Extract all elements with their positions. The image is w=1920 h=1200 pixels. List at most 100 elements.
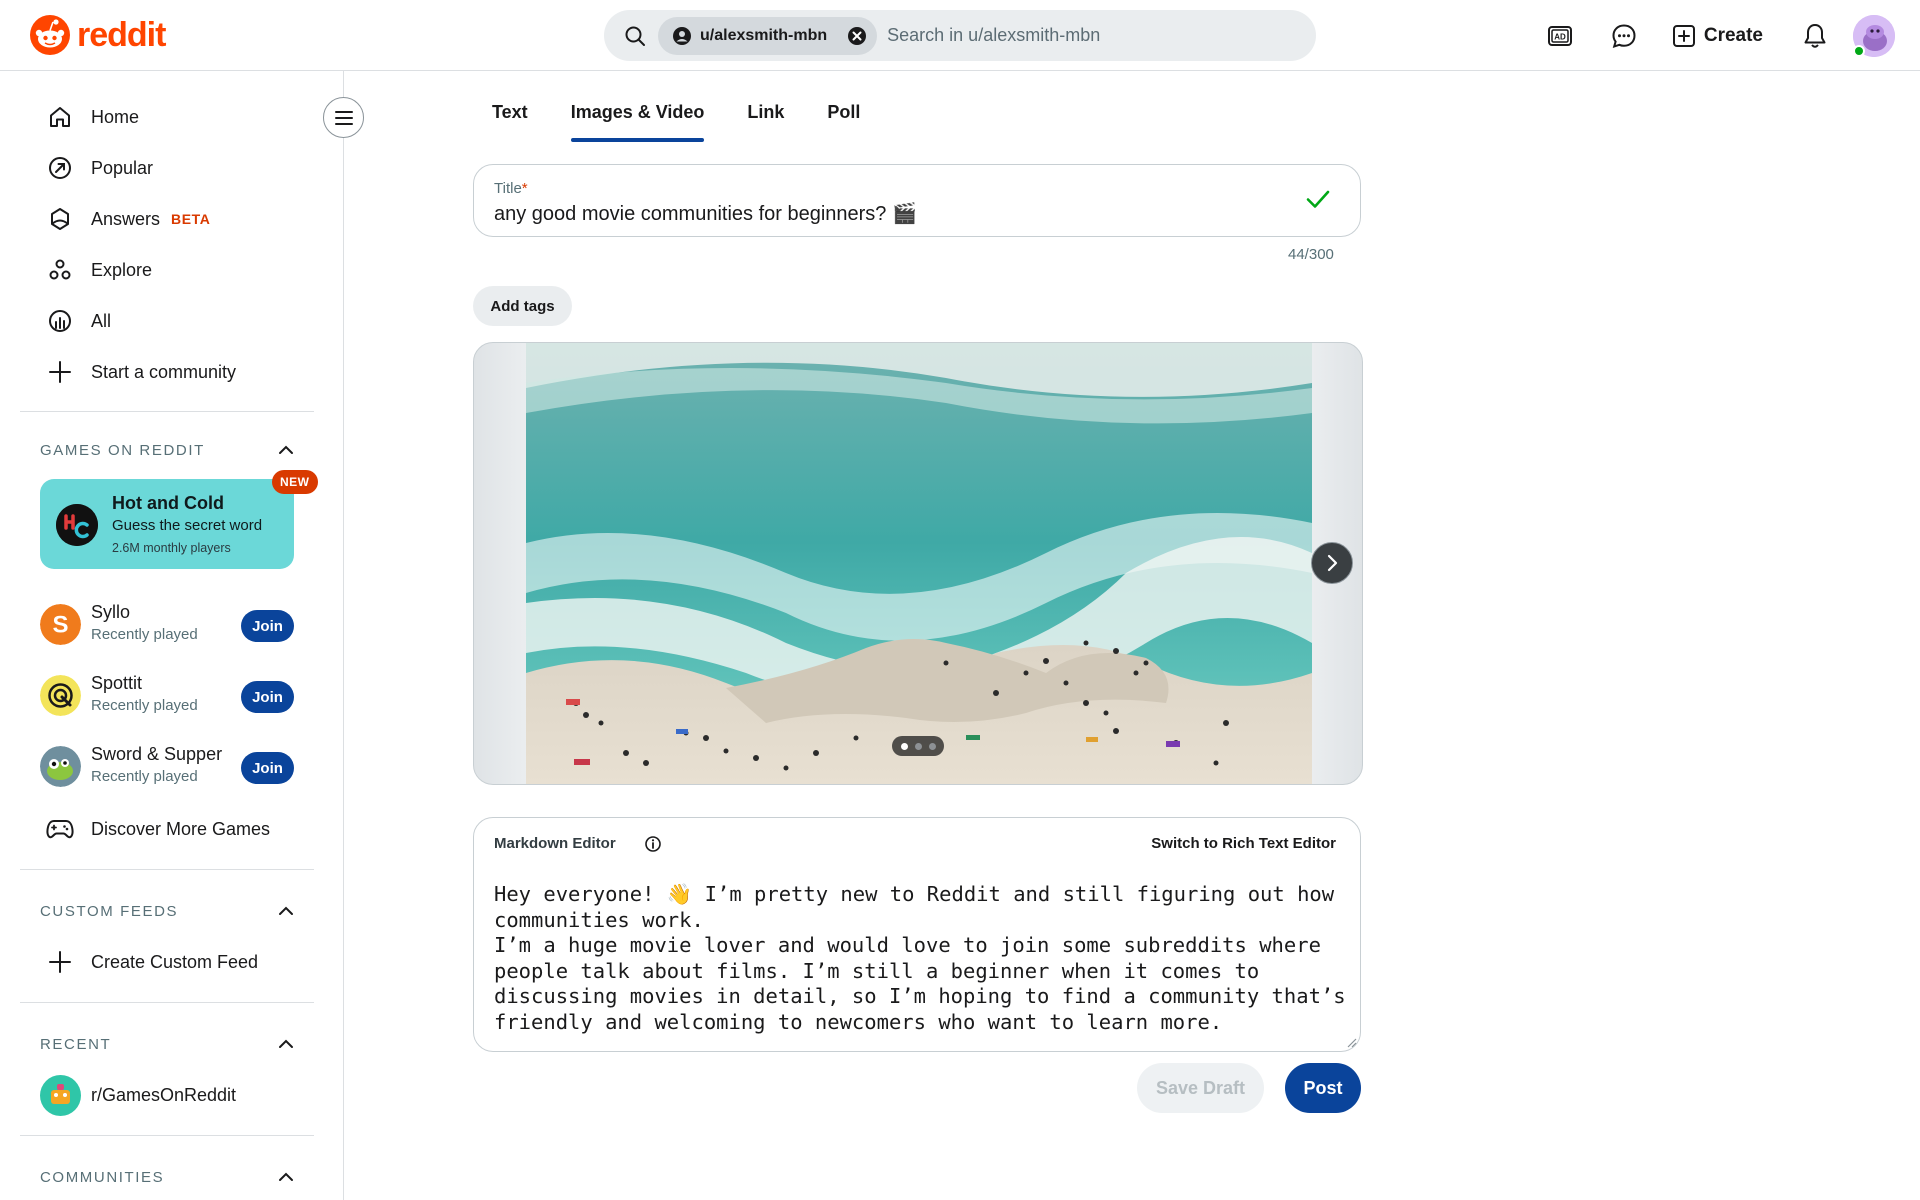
switch-to-rich-text-button[interactable]: Switch to Rich Text Editor [1151,835,1336,852]
online-status-dot [1853,44,1865,57]
plus-icon [46,358,74,386]
featured-game-players: 2.6M monthly players [112,541,231,555]
tab-poll[interactable]: Poll [827,92,860,144]
hot-and-cold-icon [56,504,98,546]
tab-text[interactable]: Text [492,92,528,144]
nav-label: Answers [91,208,161,229]
user-icon [672,26,692,46]
recent-item-gamesonreddit[interactable]: r/GamesOnReddit [20,1071,314,1119]
add-tags-button[interactable]: Add tags [473,286,572,326]
join-button[interactable]: Join [241,681,294,713]
title-field[interactable]: Title* any good movie communities for be… [473,164,1361,237]
svg-text:AD: AD [1554,32,1566,41]
clear-scope-icon[interactable] [847,26,867,46]
game-row-spottit[interactable]: Spottit Recently played Join [40,669,294,723]
post-button[interactable]: Post [1285,1063,1361,1113]
nav-label: Explore [91,259,153,280]
game-name: Sword & Supper [91,744,223,764]
editor-mode-label: Markdown Editor [494,835,616,852]
tab-images-video[interactable]: Images & Video [570,92,704,144]
join-button[interactable]: Join [241,752,294,784]
nav-answers[interactable]: Answers BETA [20,195,314,243]
info-icon[interactable] [644,835,662,853]
carousel-next-button[interactable] [1311,542,1353,584]
sidebar-divider [20,1002,314,1003]
home-icon [46,103,74,131]
chevron-right-icon [1326,554,1338,572]
beta-badge: BETA [171,211,211,227]
section-label: RECENT [40,1035,112,1053]
nav-start-community[interactable]: Start a community [20,348,314,396]
carousel-dot[interactable] [914,742,922,750]
top-header: reddit u/alexsmith-mbn AD Create [0,0,1920,71]
gamepad-icon [46,815,74,843]
checkmark-icon [1304,185,1332,213]
section-label: CUSTOM FEEDS [40,902,179,920]
title-label: Title* [494,180,528,197]
featured-game-card[interactable]: Hot and Cold Guess the secret word 2.6M … [40,479,294,569]
nav-label: Discover More Games [91,818,271,839]
carousel-dot[interactable] [900,742,908,750]
discover-more-games[interactable]: Discover More Games [20,805,314,853]
custom-feeds-section-header[interactable]: CUSTOM FEEDS [20,891,314,931]
featured-game-title: Hot and Cold [112,493,224,513]
search-bar[interactable]: u/alexsmith-mbn [604,10,1316,61]
game-row-sword-and-supper[interactable]: Sword & Supper Recently played Join [40,740,294,794]
carousel-dots [892,736,944,756]
save-draft-button[interactable]: Save Draft [1137,1063,1264,1113]
sidebar-divider [20,869,314,870]
left-sidebar: Home Popular Answers BETA Explore All St… [0,71,344,1200]
svg-text:S: S [52,612,68,639]
menu-icon [334,110,353,125]
post-type-tabs: Text Images & Video Link Poll [473,92,903,144]
nav-label: Create Custom Feed [91,951,259,972]
create-post-button[interactable]: Create [1662,14,1777,58]
popular-icon [46,154,74,182]
section-label: COMMUNITIES [40,1168,165,1186]
tab-link[interactable]: Link [747,92,784,144]
nav-label: All [91,310,112,331]
notifications-icon[interactable] [1791,12,1839,60]
join-button[interactable]: Join [241,610,294,642]
user-avatar[interactable] [1853,14,1895,57]
new-badge: NEW [272,470,318,494]
nav-popular[interactable]: Popular [20,144,314,192]
game-row-syllo[interactable]: S Syllo Recently played Join [40,598,294,652]
reddit-snoo-icon [30,15,70,55]
sidebar-divider [20,411,314,412]
game-status: Recently played [91,626,198,643]
carousel-dot[interactable] [928,742,936,750]
header-actions: AD Create [1536,0,1920,71]
create-icon [1672,24,1696,48]
chevron-up-icon [278,1172,294,1182]
game-status: Recently played [91,697,198,714]
nav-home[interactable]: Home [20,93,314,141]
nav-explore[interactable]: Explore [20,246,314,294]
answers-icon [46,205,74,233]
title-char-count: 44/300 [1288,246,1334,263]
create-custom-feed[interactable]: Create Custom Feed [20,938,314,986]
section-label: GAMES ON REDDIT [40,441,205,459]
search-scope-chip[interactable]: u/alexsmith-mbn [658,16,878,55]
search-scope-label: u/alexsmith-mbn [700,26,828,44]
sword-and-supper-icon [40,746,81,787]
body-editor: Markdown Editor Switch to Rich Text Edit… [473,817,1361,1052]
games-section-header[interactable]: GAMES ON REDDIT [20,430,314,470]
game-name: Spottit [91,673,143,693]
featured-game-subtitle: Guess the secret word [112,517,263,534]
reddit-logo[interactable]: reddit [29,14,166,56]
chat-icon[interactable] [1600,12,1648,60]
collapse-sidebar-button[interactable] [323,97,364,138]
title-input-value[interactable]: any good movie communities for beginners… [494,201,917,226]
recent-section-header[interactable]: RECENT [20,1024,314,1064]
communities-section-header[interactable]: COMMUNITIES [20,1157,314,1197]
reddit-wordmark: reddit [77,16,166,54]
nav-label: Popular [91,157,154,178]
spottit-icon [40,675,81,716]
search-input[interactable] [887,25,1268,46]
nav-all[interactable]: All [20,297,314,345]
game-status: Recently played [91,768,198,785]
resize-handle-icon[interactable] [1345,1036,1357,1048]
body-textarea[interactable]: Hey everyone! 👋 I’m pretty new to Reddit… [494,882,1346,1037]
advertise-icon[interactable]: AD [1536,12,1584,60]
